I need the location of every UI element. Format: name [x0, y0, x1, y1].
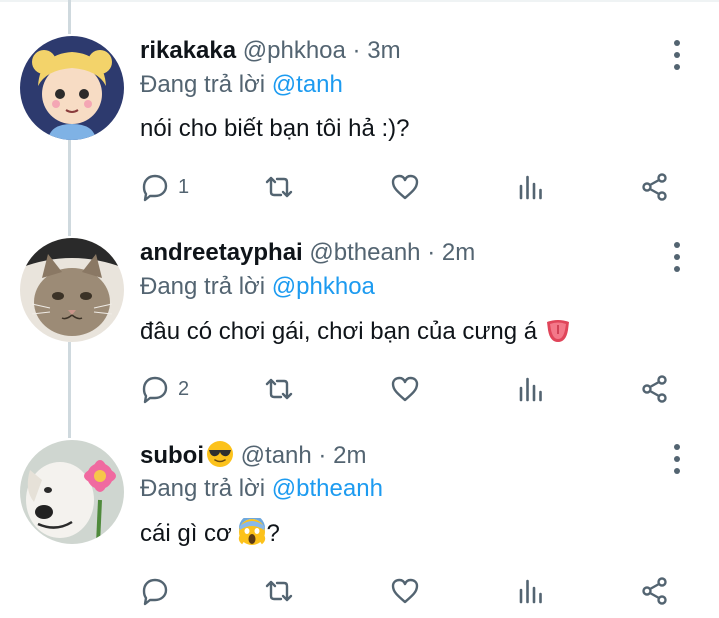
mention-link[interactable]: @btheanh: [272, 475, 383, 502]
username[interactable]: @btheanh: [309, 239, 420, 266]
action-bar: [140, 574, 700, 608]
username[interactable]: @tanh: [241, 442, 312, 469]
retweet-button[interactable]: [264, 170, 294, 204]
heart-icon: [391, 578, 419, 604]
replying-to-label: Đang trả lời: [140, 71, 266, 98]
tweet-header: suboi @tanh · 2m: [140, 440, 366, 471]
reply-count: 1: [178, 175, 190, 198]
tweet-header: rikakaka @phkhoa · 3m: [140, 36, 401, 66]
separator: ·: [318, 442, 327, 469]
tweet-text-content: cái gì cơ: [140, 520, 232, 547]
analytics-icon: [519, 377, 542, 402]
reply-button[interactable]: [140, 574, 178, 608]
tweet[interactable]: suboi @tanh · 2m Đang trả lời @btheanh c…: [0, 440, 719, 610]
retweet-button[interactable]: [264, 372, 294, 406]
tweet-text: đâu có chơi gái, chơi bạn của cưng á: [140, 316, 572, 347]
reply-button[interactable]: 1: [140, 170, 189, 204]
analytics-button[interactable]: [516, 372, 546, 406]
like-button[interactable]: [390, 372, 420, 406]
reply-button[interactable]: 2: [140, 372, 189, 406]
tweet[interactable]: rikakaka @phkhoa · 3m Đang trả lời @tanh…: [0, 36, 719, 206]
timestamp[interactable]: 2m: [333, 442, 366, 469]
analytics-icon: [519, 175, 542, 200]
replying-to-label: Đang trả lời: [140, 475, 266, 502]
replying-to: Đang trả lời @btheanh: [140, 474, 383, 504]
like-button[interactable]: [390, 574, 420, 608]
heart-icon: [391, 174, 419, 200]
share-icon: [642, 577, 667, 605]
mention-link[interactable]: @phkhoa: [272, 273, 375, 300]
display-name[interactable]: andreetayphai: [140, 239, 303, 266]
tweet-text-suffix: ?: [266, 520, 280, 547]
analytics-button[interactable]: [516, 574, 546, 608]
share-icon: [642, 173, 667, 201]
tweet-text: cái gì cơ ?: [140, 518, 280, 549]
more-options-icon[interactable]: [666, 40, 688, 70]
tongue-emoji: [546, 320, 569, 342]
more-options-icon[interactable]: [666, 242, 688, 272]
share-icon: [642, 375, 667, 403]
heart-icon: [391, 376, 419, 402]
reply-icon: [142, 174, 168, 202]
tweet[interactable]: andreetayphai @btheanh · 2m Đang trả lời…: [0, 238, 719, 408]
action-bar: 2: [140, 372, 700, 406]
share-button[interactable]: [640, 170, 670, 204]
retweet-icon: [265, 176, 293, 198]
thread-line: [68, 0, 71, 34]
retweet-button[interactable]: [264, 574, 294, 608]
replying-to: Đang trả lời @tanh: [140, 70, 343, 100]
tweet-text-content: đâu có chơi gái, chơi bạn của cưng á: [140, 318, 538, 345]
mention-link[interactable]: @tanh: [272, 71, 343, 98]
avatar[interactable]: [20, 440, 124, 544]
tweet-text: nói cho biết bạn tôi hả :)?: [140, 114, 410, 144]
retweet-icon: [265, 378, 293, 400]
separator: ·: [352, 37, 361, 64]
avatar[interactable]: [20, 238, 124, 342]
timestamp[interactable]: 3m: [367, 37, 400, 64]
retweet-icon: [265, 580, 293, 602]
reply-icon: [142, 376, 168, 404]
cartoon-girl-avatar: [20, 36, 124, 140]
screaming-face-emoji: [239, 518, 266, 545]
tweet-text-content: nói cho biết bạn tôi hả :)?: [140, 115, 410, 142]
username[interactable]: @phkhoa: [243, 37, 346, 64]
share-button[interactable]: [640, 574, 670, 608]
top-divider: [0, 0, 719, 2]
more-options-icon[interactable]: [666, 444, 688, 474]
cat-avatar: [20, 238, 124, 342]
display-name[interactable]: suboi: [140, 442, 204, 469]
share-button[interactable]: [640, 372, 670, 406]
tweet-header: andreetayphai @btheanh · 2m: [140, 238, 475, 268]
reply-icon: [142, 578, 168, 606]
analytics-button[interactable]: [516, 170, 546, 204]
replying-to-label: Đang trả lời: [140, 273, 266, 300]
like-button[interactable]: [390, 170, 420, 204]
sunglasses-emoji: [207, 441, 233, 467]
action-bar: 1: [140, 170, 700, 204]
display-name[interactable]: rikakaka: [140, 37, 236, 64]
timestamp[interactable]: 2m: [442, 239, 475, 266]
separator: ·: [427, 239, 436, 266]
analytics-icon: [519, 579, 542, 604]
reply-count: 2: [178, 377, 190, 400]
replying-to: Đang trả lời @phkhoa: [140, 272, 375, 302]
avatar[interactable]: [20, 36, 124, 140]
dog-with-flower-avatar: [20, 440, 124, 544]
